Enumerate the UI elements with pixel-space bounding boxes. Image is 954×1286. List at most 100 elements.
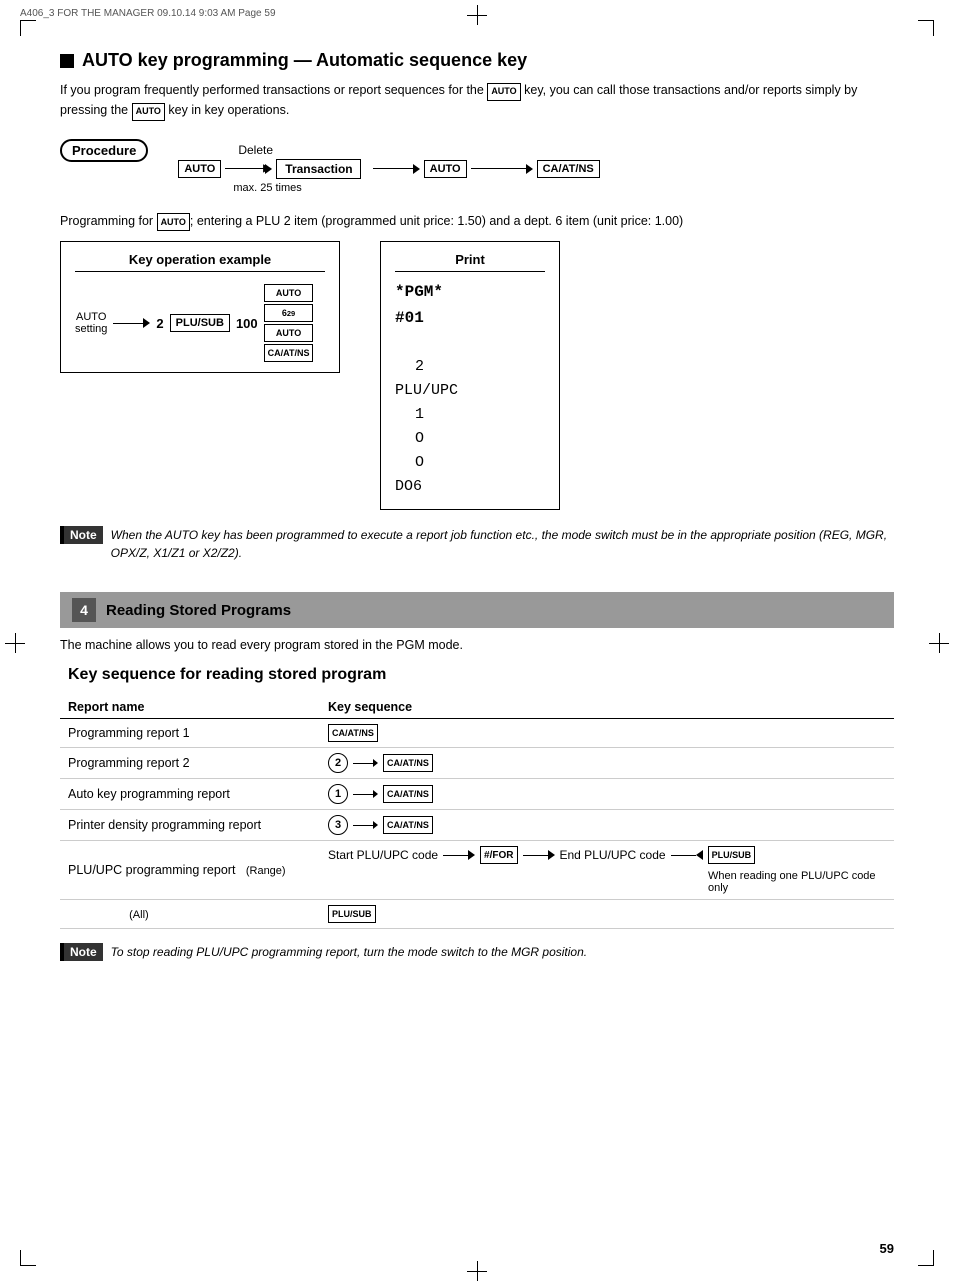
plu-range-line: Start PLU/UPC code #/FOR — [328, 846, 886, 864]
section4-title: Reading Stored Programs — [106, 602, 291, 619]
section-square-icon — [60, 54, 74, 68]
seq-row-4: 3 CA/AT/NS — [328, 815, 886, 835]
section4: 4 Reading Stored Programs The machine al… — [60, 592, 894, 961]
max-times: max. 25 times — [233, 182, 599, 194]
proc-arrow2 — [373, 164, 420, 174]
report-name-2: Programming report 2 — [60, 748, 320, 779]
start-plu-text: Start PLU/UPC code — [328, 848, 438, 862]
print-1: 1 — [415, 403, 545, 427]
print-pgm: *PGM* — [395, 280, 545, 306]
note-box2: Note To stop reading PLU/UPC programming… — [60, 943, 894, 961]
report-name-5: PLU/UPC programming report (Range) — [60, 841, 320, 900]
note-box1: Note When the AUTO key has been programm… — [60, 526, 894, 562]
seq-row-3: 1 CA/AT/NS — [328, 784, 886, 804]
ca-ns-key2: CA/AT/NS — [383, 754, 433, 772]
seq-4: 3 CA/AT/NS — [320, 810, 894, 841]
table-row: (All) PLU/SUB — [60, 900, 894, 929]
auto-key-inline3: AUTO — [157, 213, 190, 231]
table-row: Programming report 2 2 CA/AT/NS — [60, 748, 894, 779]
auto-key-inline1: AUTO — [487, 83, 520, 101]
print-o1: O — [415, 427, 545, 451]
crosshair-bottom — [467, 1261, 487, 1281]
key-seq-table: Report name Key sequence Programming rep… — [60, 696, 894, 929]
crosshair-right — [929, 633, 949, 653]
print-2: 2 — [415, 355, 545, 379]
report-name-3: Auto key programming report — [60, 779, 320, 810]
arrow-2 — [353, 759, 378, 767]
report-name-4: Printer density programming report — [60, 810, 320, 841]
ca-ns-key4: CA/AT/NS — [383, 816, 433, 834]
proc-arrow3 — [471, 164, 533, 174]
key-op-title: Key operation example — [75, 252, 325, 272]
section4-header: 4 Reading Stored Programs — [60, 592, 894, 628]
plu-sub-all-key: PLU/SUB — [328, 905, 376, 923]
range-label: (Range) — [246, 865, 286, 877]
table-row: Programming report 1 CA/AT/NS — [60, 719, 894, 748]
proc-ca-key: CA/AT/NS — [537, 160, 600, 178]
ca-at-ns-stacked: CA/AT/NS — [264, 344, 314, 362]
key-operation-box: Key operation example AUTO setting 2 PLU… — [60, 241, 340, 373]
header-text: A406_3 FOR THE MANAGER 09.10.14 9:03 AM … — [20, 8, 276, 19]
table-row: Auto key programming report 1 CA/AT/NS — [60, 779, 894, 810]
section-title: AUTO key programming — Automatic sequenc… — [60, 50, 894, 71]
section4-number: 4 — [72, 598, 96, 622]
print-blank — [395, 331, 545, 355]
when-reading-note: When reading one PLU/UPC code only — [708, 870, 886, 894]
subsection-title-text: Key sequence for reading stored program — [68, 666, 386, 684]
subsection-title: Key sequence for reading stored program — [60, 666, 894, 684]
report-name-1: Programming report 1 — [60, 719, 320, 748]
col-key-sequence: Key sequence — [320, 696, 894, 719]
seq-6: PLU/SUB — [320, 900, 894, 929]
seq-1: CA/AT/NS — [320, 719, 894, 748]
procedure-row: AUTO Transaction AUTO — [178, 159, 599, 179]
plu-arrow3 — [671, 850, 703, 860]
corner-mark-tl — [20, 20, 36, 36]
auto-key-inline2: AUTO — [132, 103, 165, 121]
page-content: AUTO key programming — Automatic sequenc… — [60, 50, 894, 961]
plu-sub-key2: PLU/SUB — [708, 846, 756, 864]
plu-sub-key1: PLU/SUB — [170, 314, 230, 332]
note-label2: Note — [60, 943, 103, 961]
machine-text: The machine allows you to read every pro… — [60, 638, 894, 652]
print-plu: PLU/UPC — [395, 379, 545, 403]
key-2: 2 — [156, 316, 163, 331]
seq-row-2: 2 CA/AT/NS — [328, 753, 886, 773]
circle-3: 3 — [328, 815, 348, 835]
header-bar: A406_3 FOR THE MANAGER 09.10.14 9:03 AM … — [0, 8, 954, 19]
print-do6: DO6 — [395, 475, 545, 499]
seq-5: Start PLU/UPC code #/FOR — [320, 841, 894, 900]
intro-text: If you program frequently performed tran… — [60, 81, 894, 121]
stacked-keys: AUTO 629 AUTO CA/AT/NS — [264, 284, 314, 362]
circle-2: 2 — [328, 753, 348, 773]
end-plu-text: End PLU/UPC code — [560, 848, 666, 862]
section1-title: AUTO key programming — Automatic sequenc… — [82, 50, 527, 71]
auto-stacked2: AUTO — [264, 324, 314, 342]
corner-mark-tr — [918, 20, 934, 36]
plu-arrow1 — [443, 850, 475, 860]
hash-for-key: #/FOR — [480, 846, 517, 864]
note-text2: To stop reading PLU/UPC programming repo… — [111, 943, 587, 961]
examples-area: Key operation example AUTO setting 2 PLU… — [60, 241, 894, 510]
auto-setting-label: AUTO setting — [75, 311, 107, 335]
page-number: 59 — [880, 1241, 894, 1256]
section1: AUTO key programming — Automatic sequenc… — [60, 50, 894, 562]
arrow-4 — [353, 821, 378, 829]
circle-1: 1 — [328, 784, 348, 804]
proc-auto-key2: AUTO — [424, 160, 467, 178]
delete-label: Delete — [238, 143, 599, 157]
key-op-content: AUTO setting 2 PLU/SUB 100 AUTO 629 AUTO — [75, 280, 325, 362]
note-text1: When the AUTO key has been programmed to… — [111, 526, 894, 562]
procedure-area: Procedure Delete AUTO Transaction — [60, 139, 894, 194]
crosshair-left — [5, 633, 25, 653]
proc-auto-key: AUTO — [178, 160, 221, 178]
all-label: (All) — [68, 909, 149, 921]
plu-arrow2 — [523, 850, 555, 860]
procedure-label: Procedure — [60, 139, 148, 162]
print-title: Print — [395, 252, 545, 272]
proc-transaction-key: Transaction — [276, 159, 360, 179]
seq-3: 1 CA/AT/NS — [320, 779, 894, 810]
corner-mark-bl — [20, 1250, 36, 1266]
auto-stacked1: AUTO — [264, 284, 314, 302]
note-label1: Note — [60, 526, 103, 544]
print-box: Print *PGM* #01 2 PLU/UPC 1 O O DO6 — [380, 241, 560, 510]
